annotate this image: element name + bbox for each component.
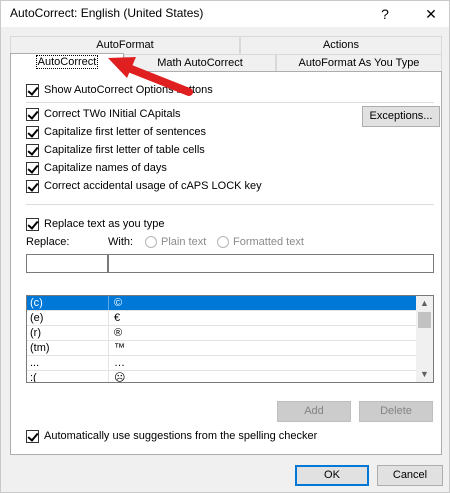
scroll-down-icon[interactable]: ▼ — [416, 367, 433, 382]
autocorrect-panel: Show AutoCorrect Options buttons Correct… — [10, 71, 442, 455]
table-cells-option[interactable]: Capitalize first letter of table cells — [26, 142, 205, 158]
list-item[interactable]: (r) ® — [27, 326, 417, 341]
radio-icon[interactable] — [145, 236, 157, 248]
delete-button[interactable]: Delete — [359, 401, 433, 422]
autocorrect-entries-list[interactable]: (c) © (e) € (r) ® (tm) ™ ... … :( ☹ ▲ ▼ — [26, 295, 434, 383]
checkbox-checked-icon[interactable] — [26, 217, 39, 231]
spelling-suggestions-option[interactable]: Automatically use suggestions from the s… — [26, 428, 317, 444]
replace-input[interactable] — [26, 254, 108, 273]
checkbox-checked-icon[interactable] — [26, 125, 39, 139]
autocorrect-dialog: AutoCorrect: English (United States) ? ✕… — [0, 0, 450, 493]
checkbox-checked-icon[interactable] — [26, 429, 39, 443]
window-title: AutoCorrect: English (United States) — [10, 6, 204, 20]
plain-text-radio[interactable]: Plain text — [145, 236, 206, 248]
checkbox-checked-icon[interactable] — [26, 161, 39, 175]
exceptions-button[interactable]: Exceptions... — [362, 106, 440, 127]
divider — [26, 102, 434, 103]
caps-lock-option[interactable]: Correct accidental usage of cAPS LOCK ke… — [26, 178, 262, 194]
checkbox-checked-icon[interactable] — [26, 107, 39, 121]
radio-icon[interactable] — [217, 236, 229, 248]
tab-math-autocorrect[interactable]: Math AutoCorrect — [124, 54, 276, 72]
list-item[interactable]: (e) € — [27, 311, 417, 326]
checkbox-checked-icon[interactable] — [26, 179, 39, 193]
with-label: With: — [108, 236, 134, 248]
tab-autoformat-as-you-type[interactable]: AutoFormat As You Type — [276, 54, 442, 72]
divider — [26, 204, 434, 205]
checkbox-checked-icon[interactable] — [26, 83, 39, 97]
tab-actions[interactable]: Actions — [240, 36, 442, 54]
scroll-thumb[interactable] — [418, 312, 431, 328]
tab-autoformat[interactable]: AutoFormat — [10, 36, 240, 54]
add-button[interactable]: Add — [277, 401, 351, 422]
list-scrollbar[interactable]: ▲ ▼ — [416, 296, 433, 382]
list-item[interactable]: (tm) ™ — [27, 341, 417, 356]
replace-as-you-type-option[interactable]: Replace text as you type — [26, 216, 164, 232]
close-button[interactable]: ✕ — [417, 3, 445, 25]
two-initial-option[interactable]: Correct TWo INitial CApitals — [26, 106, 181, 122]
list-item[interactable]: ... … — [27, 356, 417, 371]
tab-autocorrect[interactable]: AutoCorrect — [10, 53, 124, 72]
checkbox-checked-icon[interactable] — [26, 143, 39, 157]
scroll-up-icon[interactable]: ▲ — [416, 296, 433, 311]
cancel-button[interactable]: Cancel — [377, 465, 443, 486]
help-button[interactable]: ? — [371, 3, 399, 25]
title-bar: AutoCorrect: English (United States) ? ✕ — [1, 1, 449, 27]
with-input[interactable] — [108, 254, 434, 273]
replace-label: Replace: — [26, 236, 70, 248]
first-sentence-option[interactable]: Capitalize first letter of sentences — [26, 124, 206, 140]
list-item[interactable]: (c) © — [27, 296, 417, 311]
list-item[interactable]: :( ☹ — [27, 371, 417, 382]
ok-button[interactable]: OK — [295, 465, 369, 486]
show-buttons-option[interactable]: Show AutoCorrect Options buttons — [26, 82, 213, 98]
days-option[interactable]: Capitalize names of days — [26, 160, 167, 176]
formatted-text-radio[interactable]: Formatted text — [217, 236, 304, 248]
